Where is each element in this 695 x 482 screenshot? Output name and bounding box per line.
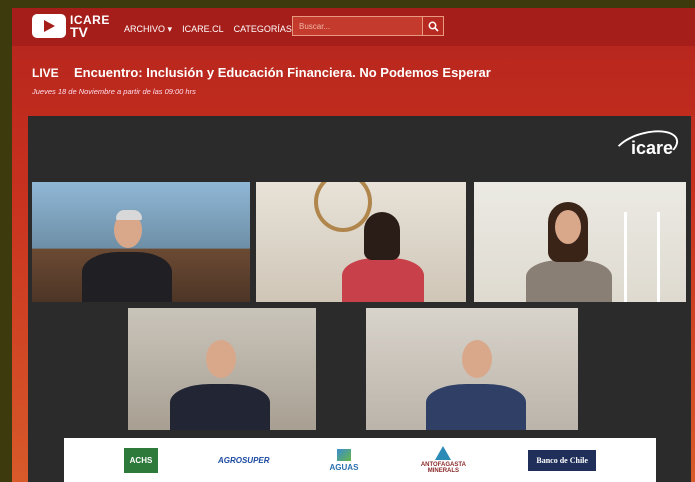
- sponsor-agrosuper-logo: AGROSUPER: [217, 455, 270, 465]
- participant-tile-2: [256, 182, 466, 302]
- nav-icare-cl[interactable]: ICARE.CL: [182, 24, 224, 35]
- play-icon: [32, 14, 66, 38]
- sponsor-aguas-logo: AGUAS: [330, 448, 358, 472]
- icare-tv-page: ICARE TV ARCHIVO ▾ ICARE.CL CATEGORÍAS ▾…: [12, 8, 695, 482]
- search-icon: [428, 21, 439, 32]
- nav-categorias[interactable]: CATEGORÍAS ▾: [234, 24, 299, 35]
- sponsor-banco-de-chile-logo: Banco de Chile: [528, 449, 596, 471]
- event-title: Encuentro: Inclusión y Educación Financi…: [74, 65, 491, 80]
- sponsor-achs-logo: ACHS: [123, 447, 158, 473]
- search-input[interactable]: Buscar...: [292, 16, 424, 36]
- participant-tile-1: [32, 182, 250, 302]
- main-nav: ARCHIVO ▾ ICARE.CL CATEGORÍAS ▾: [124, 24, 299, 35]
- event-date: Jueves 18 de Noviembre a partir de las 0…: [32, 87, 196, 96]
- sponsor-antofagasta-logo: ANTOFAGASTA MINERALS: [418, 446, 468, 474]
- outer-frame: ICARE TV ARCHIVO ▾ ICARE.CL CATEGORÍAS ▾…: [0, 0, 695, 482]
- video-brand-logo: icare: [630, 138, 673, 158]
- caret-down-icon: ▾: [167, 24, 173, 34]
- search-button[interactable]: [422, 16, 444, 36]
- antofagasta-triangle-icon: [435, 446, 452, 460]
- logo-line2: TV: [70, 24, 88, 40]
- aguas-drop-icon: [336, 448, 351, 461]
- top-navigation-bar: ICARE TV ARCHIVO ▾ ICARE.CL CATEGORÍAS ▾…: [12, 8, 695, 46]
- participant-tile-3: [474, 182, 686, 302]
- nav-archivo[interactable]: ARCHIVO ▾: [124, 24, 172, 35]
- sponsor-strip: ACHS AGROSUPER AGUAS ANTOFAGASTA MINERAL…: [64, 438, 656, 482]
- participant-tile-4: [128, 308, 316, 430]
- participant-tile-5: [366, 308, 578, 430]
- live-badge: LIVE: [32, 66, 59, 80]
- video-player[interactable]: icare ACHS AGROSUPER AGUAS ANTOFAGASTA M…: [28, 116, 691, 482]
- icare-tv-logo[interactable]: ICARE TV: [32, 14, 110, 40]
